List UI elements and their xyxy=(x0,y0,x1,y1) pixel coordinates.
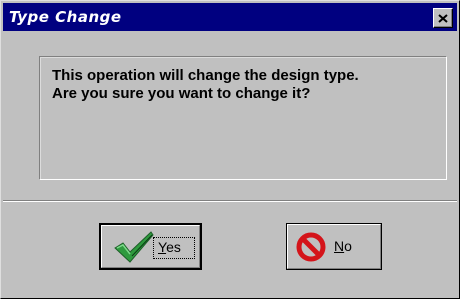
close-icon xyxy=(438,13,448,23)
message-line-1: This operation will change the design ty… xyxy=(52,67,359,84)
yes-button-label: Yes xyxy=(158,239,181,255)
title-bar: Type Change xyxy=(3,3,457,31)
separator xyxy=(3,200,457,202)
yes-button[interactable]: Yes xyxy=(99,223,202,270)
close-button[interactable] xyxy=(433,8,453,28)
prohibited-icon xyxy=(296,232,326,262)
no-button-label: No xyxy=(334,238,352,254)
checkmark-icon xyxy=(114,231,154,263)
window-title: Type Change xyxy=(9,8,122,26)
message-line-2: Are you sure you want to change it? xyxy=(52,85,311,102)
no-button[interactable]: No xyxy=(286,223,382,270)
type-change-dialog: Type Change This operation will change t… xyxy=(0,0,460,299)
message-panel: This operation will change the design ty… xyxy=(39,56,447,180)
